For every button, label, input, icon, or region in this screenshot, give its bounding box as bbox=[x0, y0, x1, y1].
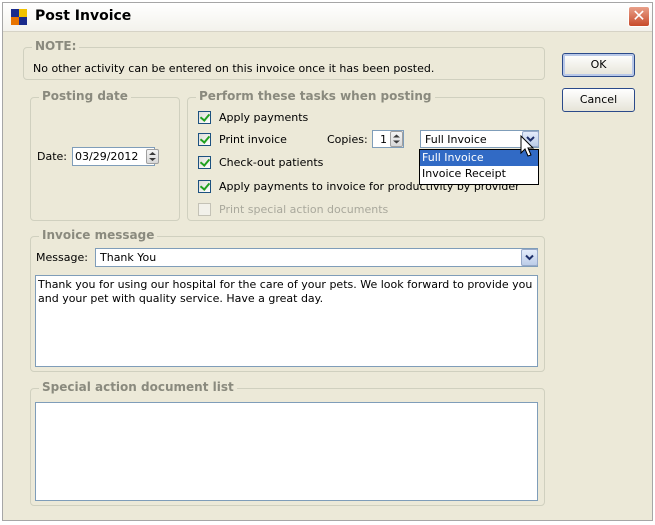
copies-label: Copies: bbox=[327, 133, 368, 146]
apply-payments-label[interactable]: Apply payments bbox=[219, 111, 308, 124]
invoice-message-group: Invoice message Message: Thank You Thank… bbox=[30, 228, 545, 372]
cancel-button[interactable]: Cancel bbox=[562, 88, 635, 112]
note-text: No other activity can be entered on this… bbox=[33, 62, 435, 75]
posting-date-field[interactable]: 03/29/2012 bbox=[72, 147, 155, 166]
special-action-list[interactable] bbox=[35, 402, 538, 501]
print-invoice-label[interactable]: Print invoice bbox=[219, 133, 287, 146]
print-invoice-checkbox[interactable] bbox=[198, 133, 211, 146]
mouse-cursor-icon bbox=[520, 135, 535, 157]
posting-date-value: 03/29/2012 bbox=[75, 150, 139, 163]
invoice-type-option-receipt[interactable]: Invoice Receipt bbox=[420, 166, 538, 182]
invoice-type-value: Full Invoice bbox=[425, 133, 487, 146]
posting-tasks-legend: Perform these tasks when posting bbox=[196, 89, 435, 103]
message-select[interactable]: Thank You bbox=[95, 248, 538, 267]
posting-date-group: Posting date Date: 03/29/2012 bbox=[30, 89, 180, 221]
close-icon: ✕ bbox=[632, 6, 646, 25]
posting-date-spinner[interactable] bbox=[146, 149, 159, 164]
print-special-docs-label: Print special action documents bbox=[219, 203, 389, 216]
invoice-message-legend: Invoice message bbox=[39, 228, 158, 242]
message-label: Message: bbox=[36, 251, 88, 264]
ok-button-label: OK bbox=[590, 58, 607, 71]
copies-spinner[interactable] bbox=[390, 131, 403, 147]
date-label: Date: bbox=[37, 150, 67, 163]
close-button[interactable]: ✕ bbox=[628, 6, 650, 27]
copies-spinner-icon bbox=[393, 134, 400, 144]
special-action-group: Special action document list bbox=[30, 380, 545, 506]
window-title: Post Invoice bbox=[35, 8, 132, 24]
print-special-docs-checkbox bbox=[198, 203, 211, 216]
posting-date-legend: Posting date bbox=[39, 89, 131, 103]
post-invoice-dialog: Post Invoice ✕ OK Cancel NOTE: No other … bbox=[2, 2, 653, 521]
apply-productivity-checkbox[interactable] bbox=[198, 180, 211, 193]
title-bar[interactable]: Post Invoice ✕ bbox=[3, 3, 652, 32]
checkout-patients-checkbox[interactable] bbox=[198, 156, 211, 169]
invoice-message-body: Thank you for using our hospital for the… bbox=[38, 278, 533, 305]
message-dropdown-button[interactable] bbox=[521, 249, 538, 266]
copies-value: 1 bbox=[380, 133, 387, 146]
app-icon bbox=[11, 9, 27, 25]
chevron-down-icon bbox=[525, 254, 534, 261]
ok-button[interactable]: OK bbox=[562, 53, 635, 77]
cancel-button-label: Cancel bbox=[579, 93, 618, 106]
checkout-patients-label[interactable]: Check-out patients bbox=[219, 156, 323, 169]
note-legend: NOTE: bbox=[32, 39, 80, 53]
invoice-message-text[interactable]: Thank you for using our hospital for the… bbox=[35, 275, 538, 367]
special-action-legend: Special action document list bbox=[39, 380, 237, 394]
note-group: NOTE: No other activity can be entered o… bbox=[23, 39, 545, 80]
apply-payments-checkbox[interactable] bbox=[198, 111, 211, 124]
message-select-value: Thank You bbox=[100, 251, 157, 264]
spinner-arrows-icon bbox=[149, 152, 156, 161]
